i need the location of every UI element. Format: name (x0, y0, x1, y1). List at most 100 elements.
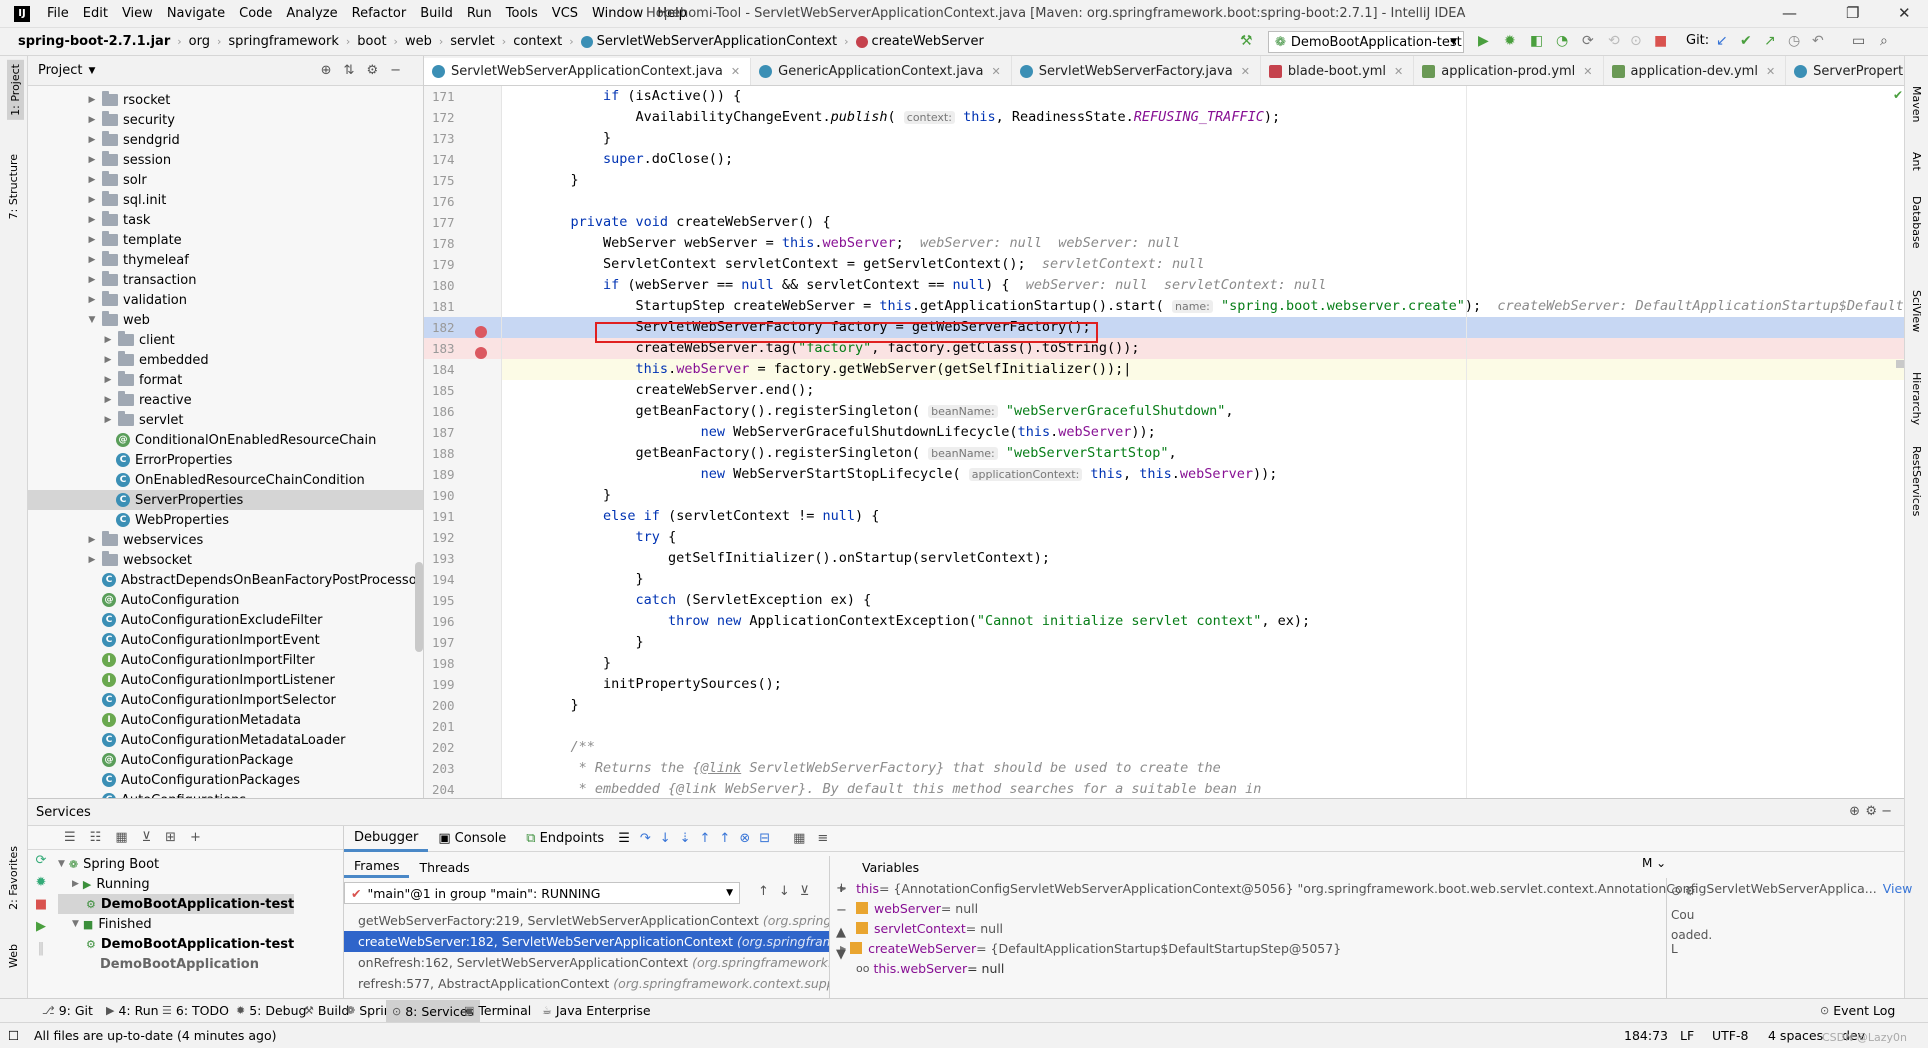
favorites-tool-tab[interactable]: 2: Favorites (7, 846, 20, 910)
menu-code[interactable]: Code (232, 6, 279, 21)
menu-vcs[interactable]: VCS (545, 6, 585, 21)
tree-item[interactable]: @ AutoConfigurationPackage (28, 750, 423, 770)
project-scrollbar[interactable] (415, 562, 423, 652)
tree-item[interactable]: C AutoConfigurationImportEvent (28, 630, 423, 650)
structure-tool-tab[interactable]: 7: Structure (7, 154, 20, 219)
run-configuration-select[interactable]: ❁ DemoBootApplication-test ▼ (1268, 31, 1464, 53)
close-icon[interactable]: ✕ (1583, 65, 1592, 78)
tree-item[interactable]: ▶ sql.init (28, 190, 423, 210)
tool-window-button[interactable]: ✹ 5: Debug (236, 1003, 306, 1018)
git-update-icon[interactable]: ↙ (1716, 33, 1728, 49)
tree-item[interactable]: C ErrorProperties (28, 450, 423, 470)
chevron-right-icon[interactable]: ▶ (86, 135, 98, 145)
editor-tab[interactable]: ServletWebServerApplicationContext.java ✕ (424, 57, 752, 85)
tree-item[interactable]: C OnEnabledResourceChainCondition (28, 470, 423, 490)
run-icon[interactable]: ▶ (28, 916, 54, 938)
stepping-toolbar[interactable]: ↷↓⇣↑↑⊗⊟ (640, 831, 779, 846)
sciview-tool-tab[interactable]: SciView (1910, 290, 1923, 332)
menu-file[interactable]: File (40, 6, 76, 21)
hierarchy-tool-tab[interactable]: Hierarchy (1910, 372, 1923, 425)
close-button[interactable]: ✕ (1898, 4, 1911, 22)
trace-icon[interactable]: ≡ (817, 831, 828, 846)
view-link[interactable]: View (1883, 881, 1913, 896)
more-button[interactable]: M ⌄ (1642, 856, 1666, 870)
tree-item[interactable]: ▶ solr (28, 170, 423, 190)
layout-icon[interactable]: ☰ (618, 831, 630, 846)
chevron-right-icon[interactable]: ▶ (86, 115, 98, 125)
tree-item[interactable]: ▶ servlet (28, 410, 423, 430)
chevron-right-icon[interactable]: ▶ (86, 255, 98, 265)
close-icon[interactable]: ✕ (991, 65, 1000, 78)
database-tool-tab[interactable]: Database (1910, 196, 1923, 249)
stack-frame[interactable]: getWebServerFactory:219, ServletWebServe… (344, 910, 829, 931)
chevron-down-icon[interactable]: ▼ (72, 919, 79, 929)
menu-window[interactable]: Window (585, 6, 650, 21)
breadcrumb-item[interactable]: spring-boot-2.7.1.jar (14, 34, 174, 49)
menu-view[interactable]: View (115, 6, 160, 21)
caret-position[interactable]: 184:73 (1624, 1028, 1668, 1043)
service-tree-item[interactable]: ⚙ DemoBootApplication-test (58, 934, 294, 954)
editor-tab[interactable]: blade-boot.yml ✕ (1261, 56, 1415, 85)
chevron-down-icon[interactable]: ▶ (72, 879, 79, 889)
tree-item[interactable]: I AutoConfigurationImportFilter (28, 650, 423, 670)
tree-item[interactable]: CAutoConfigurations (28, 790, 423, 798)
tab-console[interactable]: ▣ Console (428, 826, 516, 852)
tool-window-button[interactable]: ⚒ Build (304, 1003, 349, 1018)
git-history-icon[interactable]: ◷ (1788, 33, 1800, 49)
menu-run[interactable]: Run (460, 6, 499, 21)
thread-select[interactable]: ✔ "main"@1 in group "main": RUNNING ▼ (344, 882, 740, 904)
variable-row[interactable]: webServer = null (830, 898, 1904, 918)
tree-item[interactable]: ▶ format (28, 370, 423, 390)
rerun-icon[interactable]: ⟳ (28, 850, 54, 872)
debug-icon[interactable]: ✹ (1504, 33, 1516, 49)
tree-item[interactable]: ▼ web (28, 310, 423, 330)
maximize-button[interactable]: ❐ (1846, 4, 1859, 22)
settings-icon[interactable]: ⊙ ⚙ (1671, 884, 1710, 898)
chevron-down-icon[interactable]: ▼ (88, 66, 95, 76)
tree-item[interactable]: ▶ reactive (28, 390, 423, 410)
evaluate-icon[interactable]: ▦ (793, 831, 805, 846)
chevron-right-icon[interactable]: ▶ (86, 155, 98, 165)
group-icon[interactable]: ▦ (115, 830, 127, 845)
chevron-right-icon[interactable]: ▶ (86, 275, 98, 285)
breakpoint-icon[interactable] (475, 347, 487, 359)
collapse-all-icon[interactable]: ☷ (90, 830, 102, 845)
tool-window-button[interactable]: ⊙ Event Log (1820, 1003, 1895, 1018)
breadcrumb-item[interactable]: servlet (446, 34, 499, 49)
stop-icon[interactable]: ■ (28, 894, 54, 916)
service-tree-item[interactable]: ▼ ❁ Spring Boot (58, 854, 294, 874)
close-icon[interactable]: ✕ (1241, 65, 1250, 78)
restservices-tool-tab[interactable]: RestServices (1910, 446, 1923, 516)
close-icon[interactable]: ✕ (1766, 65, 1775, 78)
tree-item[interactable]: ▶ client (28, 330, 423, 350)
chevron-down-icon[interactable]: ▼ (58, 859, 65, 869)
web-tool-tab[interactable]: Web (7, 944, 20, 968)
tab-endpoints[interactable]: ⧉ Endpoints (516, 826, 614, 852)
update-icon[interactable]: ⟲ (1608, 33, 1620, 49)
stack-frame[interactable]: refresh:577, AbstractApplicationContext … (344, 973, 829, 994)
editor-tab[interactable]: ServletWebServerFactory.java ✕ (1012, 56, 1261, 85)
code-editor[interactable]: if (isActive()) { AvailabilityChangeEven… (502, 86, 1904, 798)
new-tab-icon[interactable]: ⊞ (165, 830, 176, 845)
chevron-right-icon[interactable]: ▶ (86, 95, 98, 105)
tree-item[interactable]: ▶ security (28, 110, 423, 130)
breadcrumb-item[interactable]: springframework (224, 34, 342, 49)
chevron-right-icon[interactable]: ▶ (102, 355, 114, 365)
project-header-icons[interactable]: ⊕⇅⚙− (321, 63, 413, 78)
breadcrumb-item[interactable]: boot (353, 34, 390, 49)
tree-item[interactable]: ▶ task (28, 210, 423, 230)
gear-icon[interactable]: ⚙ − (1865, 804, 1892, 819)
debug-rerun-icon[interactable]: ✹ (28, 872, 54, 894)
stop-icon[interactable]: ■ (1654, 33, 1667, 49)
editor-scroll-marker[interactable] (1896, 360, 1904, 368)
build-hammer-icon[interactable]: ⚒ (1240, 33, 1253, 49)
git-rollback-icon[interactable]: ↶ (1812, 33, 1824, 49)
close-icon[interactable]: ✕ (1394, 65, 1403, 78)
maven-tool-tab[interactable]: Maven (1910, 86, 1923, 122)
git-commit-icon[interactable]: ✔ (1740, 33, 1752, 49)
tree-item[interactable]: C AutoConfigurationPackages (28, 770, 423, 790)
menu-tools[interactable]: Tools (499, 6, 545, 21)
tree-item[interactable]: C AbstractDependsOnBeanFactoryPostProcess… (28, 570, 423, 590)
chevron-right-icon[interactable]: ▶ (86, 175, 98, 185)
ant-tool-tab[interactable]: Ant (1910, 152, 1923, 171)
